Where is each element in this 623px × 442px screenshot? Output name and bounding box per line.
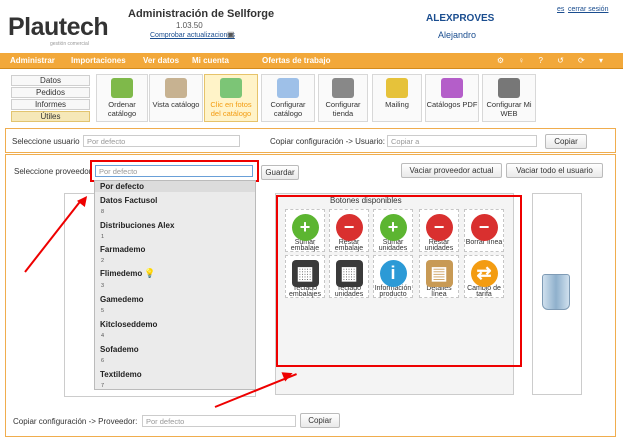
company-name: ALEXPROVES: [426, 13, 495, 24]
clear-user-button[interactable]: Vaciar todo el usuario: [506, 163, 603, 178]
dropdown-item[interactable]: Sofademo: [100, 345, 139, 354]
menu-importaciones[interactable]: Importaciones: [71, 56, 126, 65]
dropdown-item[interactable]: Farmademo: [100, 245, 145, 254]
copy-config-provider-label: Copiar configuración -> Proveedor:: [13, 417, 138, 426]
web-cart-icon: [498, 78, 520, 98]
tool-mailing[interactable]: Mailing: [372, 74, 422, 122]
tools-icon: [277, 78, 299, 98]
dropdown-item[interactable]: Por defecto: [100, 182, 144, 191]
logo-subtitle: gestión comercial: [50, 41, 89, 47]
category-datos[interactable]: Datos: [11, 75, 90, 86]
dropdown-item-id: 3: [101, 283, 105, 289]
grid-icon: [111, 78, 133, 98]
dropdown-item-id: 4: [101, 333, 105, 339]
language-link[interactable]: es: [557, 6, 564, 13]
trash-icon[interactable]: [542, 274, 570, 310]
dropdown-item-id: 2: [101, 258, 105, 264]
tool-configurar-tienda[interactable]: Configurar tienda: [318, 74, 368, 122]
tool-ordenar-catalogo[interactable]: Ordenar catálogo: [96, 74, 148, 122]
tool-configurar-catalogo[interactable]: Configurar catálogo: [261, 74, 315, 122]
select-user-field[interactable]: Por defecto: [83, 135, 240, 147]
dropdown-item[interactable]: Kitcloseddemo: [100, 320, 157, 329]
photo-click-icon: [220, 78, 242, 98]
dropdown-item-id: 6: [101, 358, 105, 364]
logout-link[interactable]: cerrar sesión: [568, 6, 608, 13]
copy-user-button[interactable]: Copiar: [545, 134, 587, 149]
copy-config-user-label: Copiar configuración -> Usuario:: [270, 137, 385, 146]
monitor-icon[interactable]: ▣: [227, 30, 235, 39]
provider-dropdown: [94, 180, 256, 390]
category-informes[interactable]: Informes: [11, 99, 90, 110]
pdf-icon: [441, 78, 463, 98]
lightbulb-icon: 💡: [144, 268, 156, 278]
dropdown-item[interactable]: Datos Factusol: [100, 196, 157, 205]
category-utiles[interactable]: Útiles: [11, 111, 90, 122]
menu-administrar[interactable]: Administrar: [10, 56, 55, 65]
select-provider-label: Seleccione proveedor: [14, 167, 92, 176]
category-pedidos[interactable]: Pedidos: [11, 87, 90, 98]
shopping-cart-icon: [332, 78, 354, 98]
dropdown-item-id: 7: [101, 383, 105, 389]
mail-icon: [386, 78, 408, 98]
app-title: Administración de Sellforge: [128, 8, 275, 20]
highlight-available-buttons: [276, 195, 522, 367]
tool-configurar-mi-web[interactable]: Configurar Mi WEB: [482, 74, 536, 122]
tool-clic-fotos[interactable]: Clic en fotos del catálogo: [204, 74, 258, 122]
dropdown-item[interactable]: Flimedemo: [100, 269, 142, 278]
logo: Plautech: [8, 13, 109, 41]
dropdown-item-id: 8: [101, 209, 105, 215]
copy-provider-field[interactable]: Por defecto: [142, 415, 296, 427]
version: 1.03.50: [176, 21, 203, 30]
catalog-view-icon: [165, 78, 187, 98]
user-name: Alejandro: [438, 30, 477, 40]
copy-provider-button[interactable]: Copiar: [300, 413, 340, 428]
tool-catalogos-pdf[interactable]: Catálogos PDF: [425, 74, 479, 122]
copy-to-user-field[interactable]: Copiar a: [387, 135, 537, 147]
tool-vista-catalogo[interactable]: Vista catálogo: [149, 74, 203, 122]
select-user-label: Seleccione usuario: [12, 137, 80, 146]
dropdown-item[interactable]: Textildemo: [100, 370, 142, 379]
highlight-provider-field: [90, 160, 259, 182]
save-button[interactable]: Guardar: [261, 165, 299, 180]
clear-provider-button[interactable]: Vaciar proveedor actual: [401, 163, 502, 178]
menu-mi-cuenta[interactable]: Mi cuenta: [192, 56, 229, 65]
menu-toolbar-icons[interactable]: ⚙ ♀ ? ↺ ⟳ ▾: [497, 56, 609, 65]
menu-ofertas[interactable]: Ofertas de trabajo: [262, 56, 330, 65]
dropdown-item-id: 5: [101, 308, 105, 314]
dropdown-item[interactable]: Distribuciones Alex: [100, 221, 174, 230]
check-updates-link[interactable]: Comprobar actualizaciones: [150, 32, 235, 39]
menu-ver-datos[interactable]: Ver datos: [143, 56, 179, 65]
menu-bar: Administrar Importaciones Ver datos Mi c…: [0, 53, 623, 69]
dropdown-item[interactable]: Gamedemo: [100, 295, 144, 304]
dropdown-item-id: 1: [101, 234, 105, 240]
